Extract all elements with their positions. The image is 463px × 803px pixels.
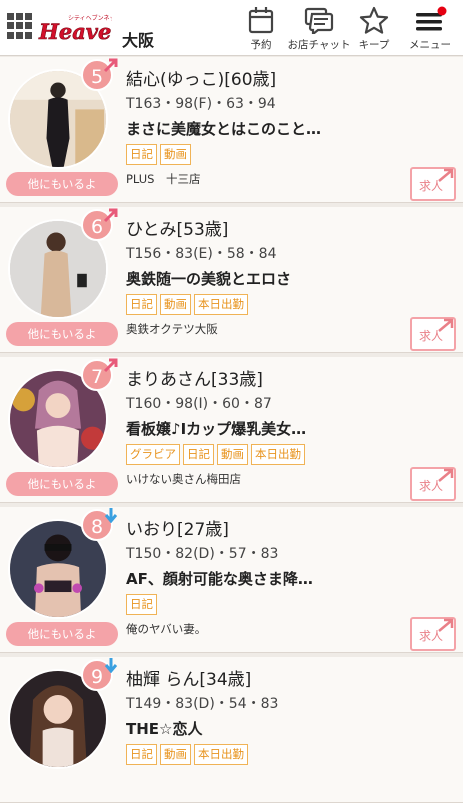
menu-label: メニュー [409, 39, 451, 51]
tag-video[interactable]: 動画 [217, 444, 248, 465]
keep-button[interactable]: キープ [354, 4, 394, 54]
tag-list: グラビア 日記 動画 本日出勤 [126, 443, 308, 465]
also-here-button[interactable]: 他にもいるよ [6, 172, 118, 196]
body-specs: T149・83(D)・54・83 [126, 696, 279, 712]
shop-chat-label: お店チャット [287, 39, 351, 51]
catch-copy: AF、顔射可能な奥さま降… [126, 570, 313, 588]
body-specs: T163・98(F)・63・94 [126, 96, 276, 112]
ranking-card[interactable]: 9 柚輝 らん[34歳] T149・83(D)・54・83 THE☆恋人 日記動… [0, 657, 463, 803]
shop-name[interactable]: 奥鉄オクテツ大阪 [126, 321, 218, 337]
shop-name[interactable]: 俺のヤバい妻。 [126, 621, 206, 637]
tag-diary[interactable]: 日記 [126, 294, 157, 315]
recruit-arrow-icon [438, 168, 454, 182]
notification-dot [437, 6, 447, 16]
tag-video[interactable]: 動画 [160, 144, 191, 165]
recruit-button[interactable]: 求人 [410, 467, 456, 501]
tag-today[interactable]: 本日出勤 [194, 294, 248, 315]
ranking-card[interactable]: 8 他にもいるよ いおり[27歳] T150・82(D)・57・83 AF、顔射… [0, 507, 463, 653]
catch-copy: 奥鉄随一の美貌とエロさ [126, 270, 292, 288]
area-label[interactable]: 大阪 [122, 27, 154, 51]
tag-diary[interactable]: 日記 [126, 144, 157, 165]
girl-name[interactable]: ひとみ[53歳] [126, 215, 228, 240]
girl-name[interactable]: 結心(ゆっこ)[60歳] [126, 65, 276, 90]
tag-diary[interactable]: 日記 [126, 594, 157, 615]
reserve-label: 予約 [250, 39, 272, 51]
tag-today[interactable]: 本日出勤 [251, 444, 305, 465]
ranking-card[interactable]: 6 他にもいるよ ひとみ[53歳] T156・83(E)・58・84 奥鉄随一の… [0, 207, 463, 353]
trend-down-icon [104, 658, 118, 673]
body-specs: T150・82(D)・57・83 [126, 546, 279, 562]
body-specs: T160・98(I)・60・87 [126, 396, 272, 412]
calendar-icon [248, 7, 274, 34]
trend-up-icon [103, 58, 118, 73]
grid-menu-icon[interactable] [7, 13, 33, 39]
ranking-card[interactable]: 5 他にもいるよ 結心(ゆっこ)[60歳] T163・98(F)・63・94 ま… [0, 57, 463, 203]
also-here-button[interactable]: 他にもいるよ [6, 322, 118, 346]
tag-today[interactable]: 本日出勤 [194, 744, 248, 765]
catch-copy: THE☆恋人 [126, 720, 203, 738]
also-here-button[interactable]: 他にもいるよ [6, 472, 118, 496]
tag-list: 日記 動画 本日出勤 [126, 293, 251, 315]
recruit-button[interactable]: 求人 [410, 617, 456, 651]
tag-list: 日記 [126, 593, 160, 615]
star-icon [359, 6, 389, 34]
tag-gravure[interactable]: グラビア [126, 444, 180, 465]
recruit-arrow-icon [438, 468, 454, 482]
tag-list: 日記 動画 本日出勤 [126, 743, 251, 765]
recruit-button[interactable]: 求人 [410, 167, 456, 201]
recruit-arrow-icon [438, 618, 454, 632]
trend-down-icon [104, 508, 118, 523]
app-header: シティヘブンネット Heaven 大阪 予約 お店チャット キープ [0, 0, 463, 56]
catch-copy: 看板嬢♪Iカップ爆乳美女… [126, 420, 307, 438]
chat-icon [304, 7, 334, 34]
tag-diary[interactable]: 日記 [126, 744, 157, 765]
hamburger-menu-icon [416, 6, 447, 31]
girl-name[interactable]: 柚輝 らん[34歳] [126, 665, 251, 690]
recruit-button[interactable]: 求人 [410, 317, 456, 351]
trend-up-icon [103, 358, 118, 373]
logo-text: Heaven [38, 19, 112, 42]
tag-video[interactable]: 動画 [160, 744, 191, 765]
also-here-button[interactable]: 他にもいるよ [6, 622, 118, 646]
reserve-button[interactable]: 予約 [240, 4, 282, 54]
keep-label: キープ [358, 39, 390, 51]
recruit-arrow-icon [438, 318, 454, 332]
tag-list: 日記 動画 [126, 143, 194, 165]
girl-name[interactable]: いおり[27歳] [126, 515, 229, 540]
trend-up-icon [103, 208, 118, 223]
tag-diary[interactable]: 日記 [183, 444, 214, 465]
girl-name[interactable]: まりあさん[33歳] [126, 365, 263, 390]
shop-name[interactable]: PLUS 十三店 [126, 171, 201, 187]
body-specs: T156・83(E)・58・84 [126, 246, 277, 262]
tag-video[interactable]: 動画 [160, 294, 191, 315]
shop-chat-button[interactable]: お店チャット [286, 4, 352, 54]
menu-button[interactable]: メニュー [405, 4, 455, 54]
catch-copy: まさに美魔女とはこのこと… [126, 120, 322, 138]
heaven-logo[interactable]: シティヘブンネット Heaven [38, 12, 127, 44]
shop-name[interactable]: いけない奥さん梅田店 [126, 471, 241, 487]
ranking-card[interactable]: 7 他にもいるよ まりあさん[33歳] T160・98(I)・60・87 看板嬢… [0, 357, 463, 503]
